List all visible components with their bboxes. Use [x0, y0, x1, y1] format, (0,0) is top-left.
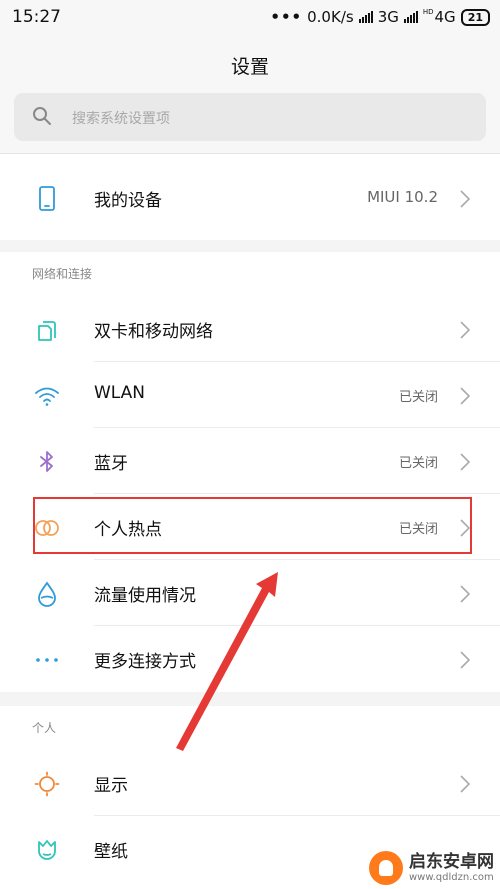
watermark-url: www.qdldzn.com	[409, 871, 494, 883]
watermark: 启东安卓网 www.qdldzn.com	[369, 851, 494, 885]
red-arrow	[176, 572, 278, 751]
watermark-name: 启东安卓网	[409, 852, 494, 873]
watermark-logo	[369, 851, 403, 885]
